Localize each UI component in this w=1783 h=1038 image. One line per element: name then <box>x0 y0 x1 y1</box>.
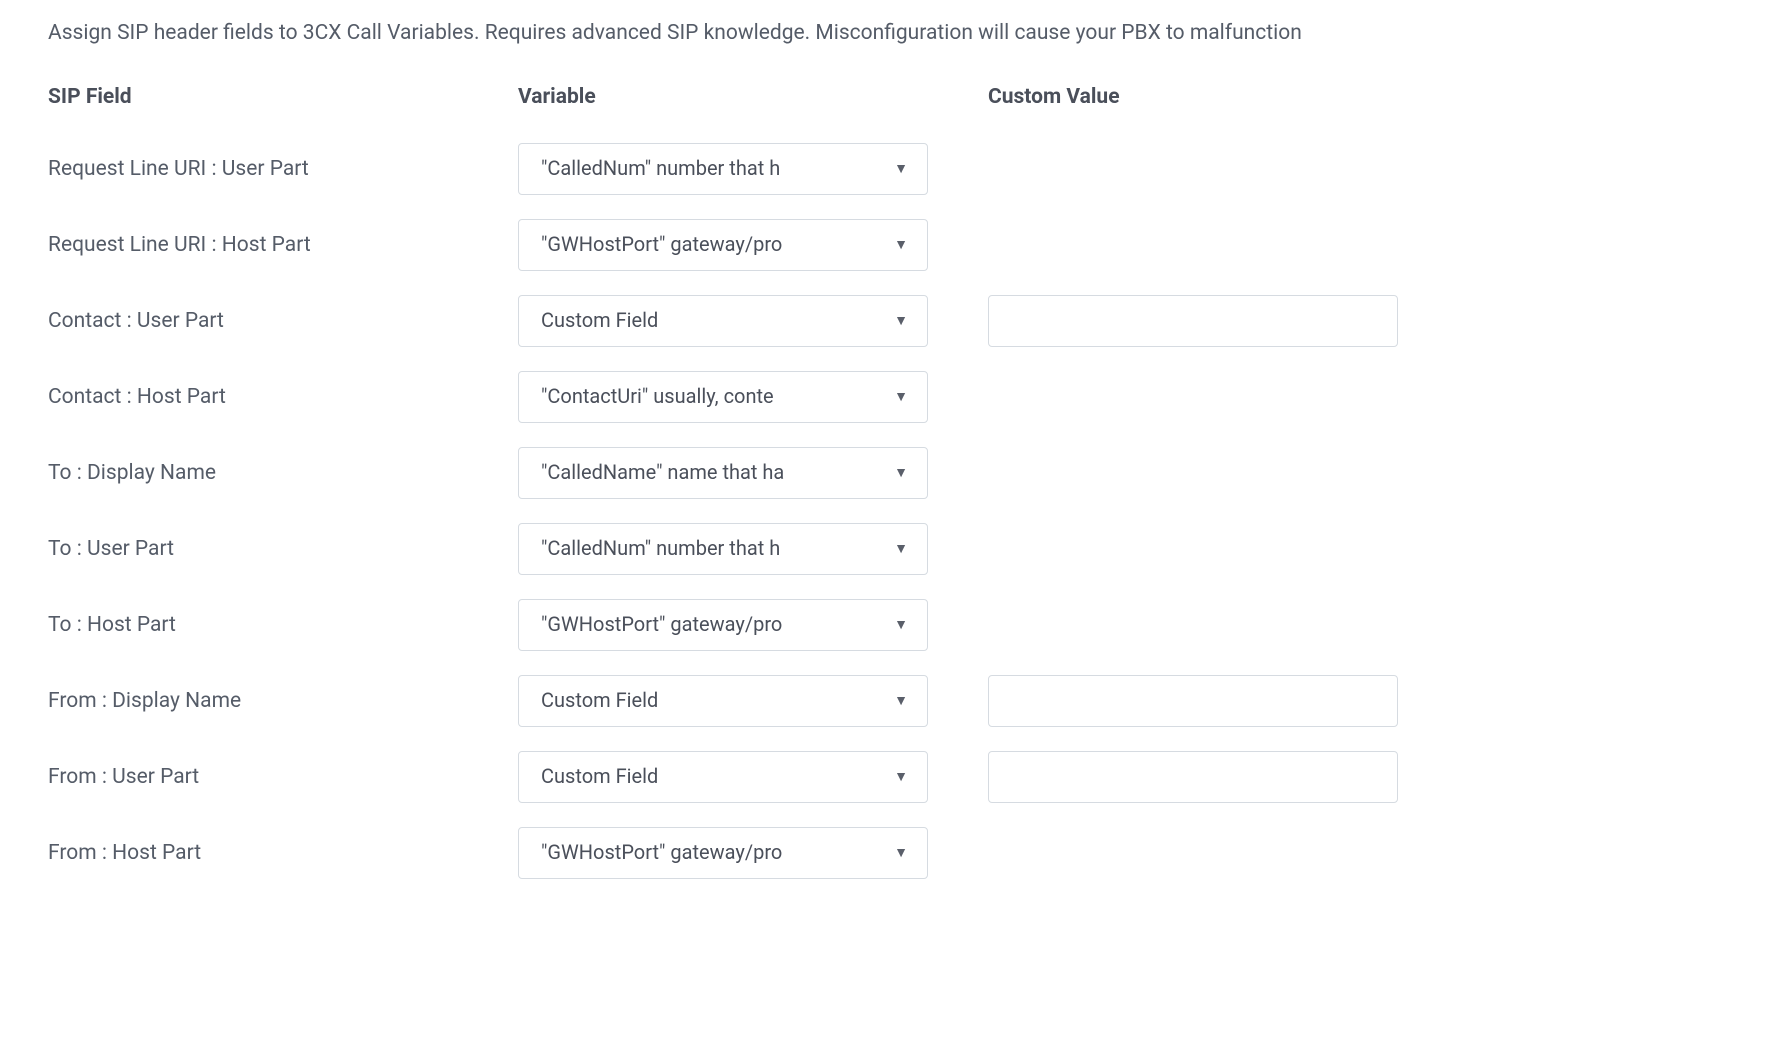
custom-value-empty <box>988 244 1408 245</box>
variable-select-to-display-name[interactable]: "CalledName" name that ha ▼ <box>518 447 928 499</box>
custom-value-empty <box>988 472 1408 473</box>
custom-value-input-from-display-name[interactable] <box>988 675 1398 727</box>
select-value: "GWHostPort" gateway/pro <box>541 230 782 259</box>
header-sip-field: SIP Field <box>48 82 518 112</box>
sip-field-label: Request Line URI : User Part <box>48 154 518 184</box>
custom-value-input-from-user-part[interactable] <box>988 751 1398 803</box>
custom-value-empty <box>988 168 1408 169</box>
sip-field-label: Contact : Host Part <box>48 382 518 412</box>
select-value: "CalledName" name that ha <box>541 458 784 487</box>
variable-select-contact-host-part[interactable]: "ContactUri" usually, conte ▼ <box>518 371 928 423</box>
variable-select-from-host-part[interactable]: "GWHostPort" gateway/pro ▼ <box>518 827 928 879</box>
custom-value-empty <box>988 624 1408 625</box>
sip-field-label: From : User Part <box>48 762 518 792</box>
variable-select-to-host-part[interactable]: "GWHostPort" gateway/pro ▼ <box>518 599 928 651</box>
select-value: "CalledNum" number that h <box>541 154 780 183</box>
variable-select-contact-user-part[interactable]: Custom Field ▼ <box>518 295 928 347</box>
select-value: "GWHostPort" gateway/pro <box>541 838 782 867</box>
sip-field-label: From : Display Name <box>48 686 518 716</box>
select-value: "ContactUri" usually, conte <box>541 382 774 411</box>
custom-value-input-contact-user-part[interactable] <box>988 295 1398 347</box>
sip-field-label: Contact : User Part <box>48 306 518 336</box>
select-value: Custom Field <box>541 306 658 335</box>
select-value: Custom Field <box>541 762 658 791</box>
variable-select-from-display-name[interactable]: Custom Field ▼ <box>518 675 928 727</box>
sip-field-label: To : Host Part <box>48 610 518 640</box>
variable-select-request-line-uri-host-part[interactable]: "GWHostPort" gateway/pro ▼ <box>518 219 928 271</box>
header-variable: Variable <box>518 82 988 112</box>
sip-field-label: To : Display Name <box>48 458 518 488</box>
sip-field-label: To : User Part <box>48 534 518 564</box>
select-value: Custom Field <box>541 686 658 715</box>
variable-select-from-user-part[interactable]: Custom Field ▼ <box>518 751 928 803</box>
sip-field-label: Request Line URI : Host Part <box>48 230 518 260</box>
sip-mapping-grid: SIP Field Variable Custom Value Request … <box>48 82 1735 878</box>
variable-select-request-line-uri-user-part[interactable]: "CalledNum" number that h ▼ <box>518 143 928 195</box>
intro-text: Assign SIP header fields to 3CX Call Var… <box>48 18 1735 48</box>
custom-value-empty <box>988 396 1408 397</box>
custom-value-empty <box>988 548 1408 549</box>
select-value: "GWHostPort" gateway/pro <box>541 610 782 639</box>
header-custom-value: Custom Value <box>988 82 1408 112</box>
sip-field-label: From : Host Part <box>48 838 518 868</box>
variable-select-to-user-part[interactable]: "CalledNum" number that h ▼ <box>518 523 928 575</box>
custom-value-empty <box>988 852 1408 853</box>
select-value: "CalledNum" number that h <box>541 534 780 563</box>
